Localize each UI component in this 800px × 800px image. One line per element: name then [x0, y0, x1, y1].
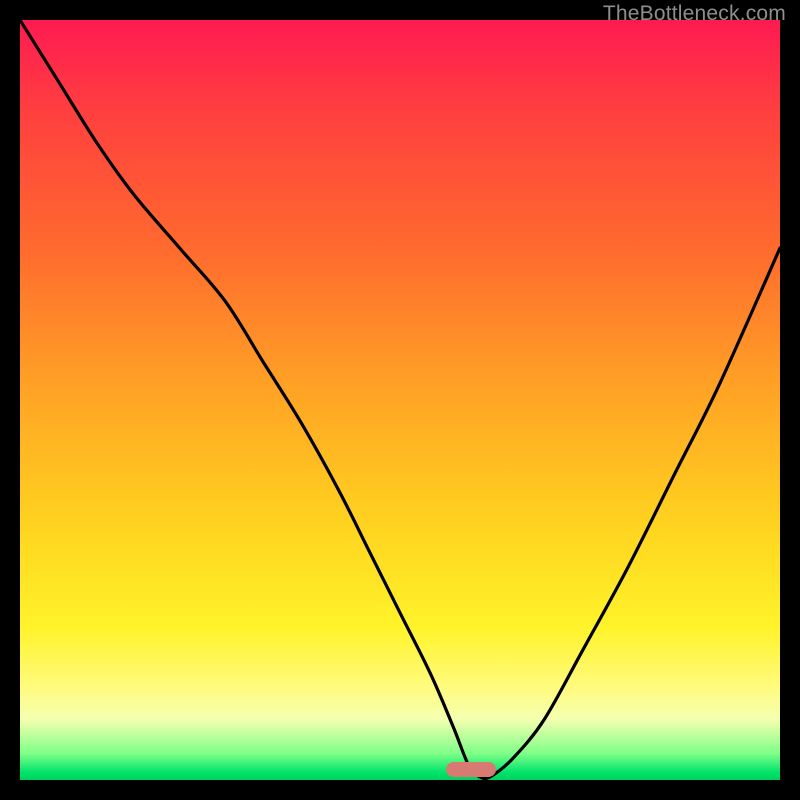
optimal-range-marker [446, 762, 496, 777]
curve-path [20, 20, 780, 779]
chart-stage: TheBottleneck.com [0, 0, 800, 800]
bottleneck-curve [20, 20, 780, 780]
plot-area [20, 20, 780, 780]
